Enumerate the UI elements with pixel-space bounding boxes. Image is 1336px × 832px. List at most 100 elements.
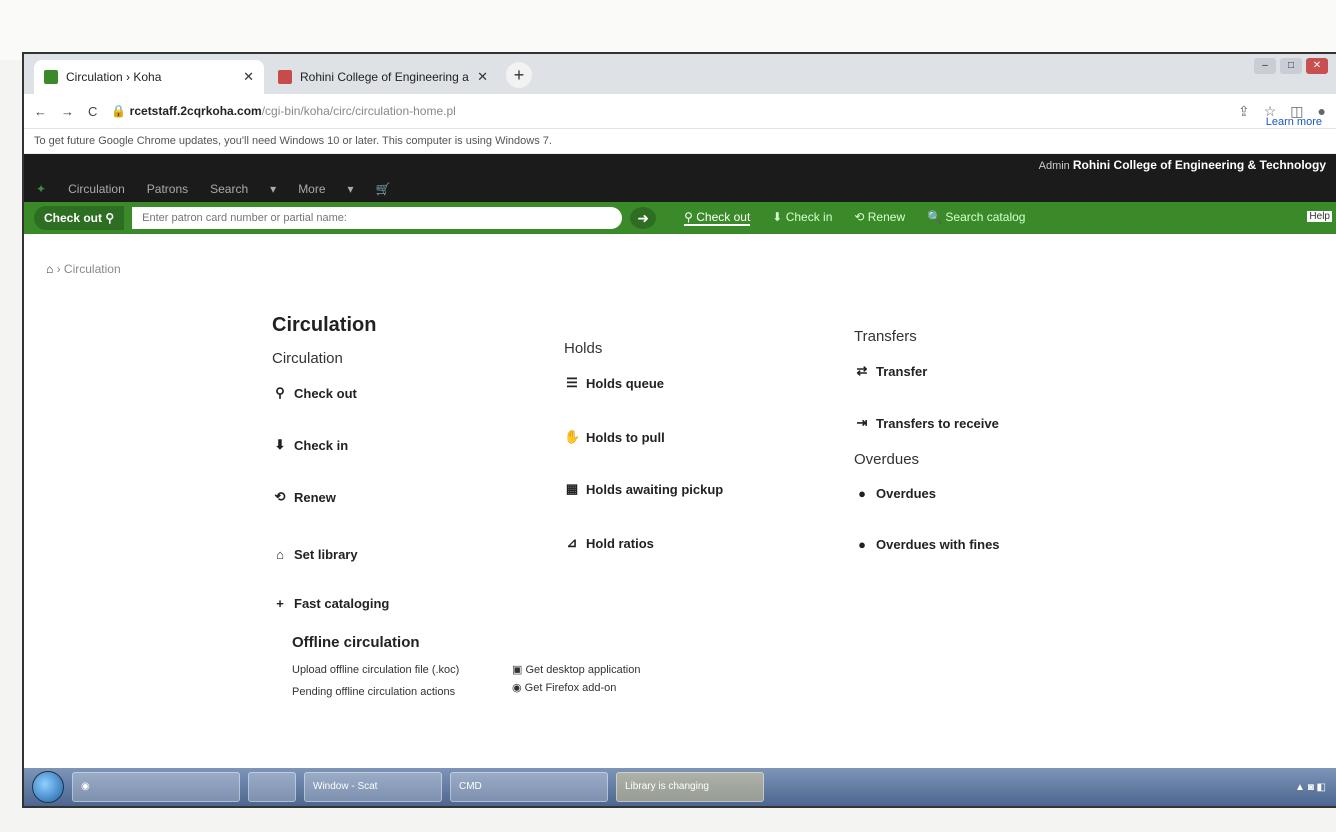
offline-heading: Offline circulation [292,634,420,651]
warning-icon: ● [858,537,866,552]
chart-icon: ⊿ [566,535,578,550]
holds-queue-link[interactable]: ☰ Holds queue [564,375,824,391]
help-link[interactable]: Help [1307,211,1332,222]
transfer-icon: ⇄ [856,363,868,378]
new-tab-button[interactable]: + [506,62,532,88]
maximize-icon[interactable]: □ [1280,58,1302,74]
transfer-link[interactable]: ⇄ Transfer [854,363,1114,379]
chevron-down-icon[interactable]: ▾ [270,182,276,196]
koha-logo-icon[interactable]: ✦ [36,182,46,196]
calendar-icon: ▦ [565,481,579,496]
overdues-link[interactable]: ● Overdues [854,486,1114,501]
taskbar-app[interactable] [248,772,296,802]
tab-rohini-college[interactable]: Rohini College of Engineering a ✕ [268,60,498,94]
quick-link-search-catalog[interactable]: 🔍 Search catalog [927,210,1025,226]
firefox-addon-link[interactable]: ◉ Get Firefox add-on [512,681,640,695]
tab-circulation-koha[interactable]: Circulation › Koha ✕ [34,60,264,94]
lock-icon: 🔒 [111,104,130,118]
reload-icon[interactable]: C [88,104,97,119]
circulation-heading: Circulation [272,350,343,367]
system-tray[interactable]: ▲ ◙ ◧ [1295,782,1326,793]
overdues-heading: Overdues [854,451,920,468]
tab-title: Circulation › Koha [66,70,162,84]
browser-tab-strip: Circulation › Koha ✕ Rohini College of E… [24,54,1336,94]
download-icon: ⬇ [274,437,286,452]
nav-search[interactable]: Search [210,182,248,196]
monitor-screen: Circulation › Koha ✕ Rohini College of E… [22,52,1336,808]
checkout-mode-button[interactable]: Check out ⚲ [34,206,125,230]
circulation-home-content: Circulation Circulation ⚲ Check out ⬇ Chec… [272,314,1172,698]
koha-search-bar: Check out ⚲ ➜ ⚲ Check out ⬇ Check in ⟲ R… [24,202,1336,234]
hold-ratios-link[interactable]: ⊿ Hold ratios [564,535,824,551]
taskbar-library[interactable]: Library is changing [616,772,764,802]
transfers-heading: Transfers [854,328,917,345]
holds-to-pull-link[interactable]: ✋ Holds to pull [564,429,824,445]
address-bar: ← → C 🔒 rcetstaff.2cqrkoha.com/cgi-bin/k… [24,94,1336,129]
paper-background [0,0,1336,60]
transfers-to-receive-link[interactable]: ⇥ Transfers to receive [854,415,1114,431]
nav-circulation[interactable]: Circulation [68,182,125,196]
home-icon[interactable]: ⌂ [46,262,53,276]
quick-link-checkin[interactable]: ⬇ Check in [772,210,832,226]
desktop-app-link[interactable]: ▣ Get desktop application [512,663,640,677]
holds-heading: Holds [564,340,603,357]
fast-cataloging-link[interactable]: + Fast cataloging [272,596,532,611]
learn-more-link[interactable]: Learn more [1266,116,1322,128]
offline-section: Offline circulation Upload offline circu… [292,634,792,699]
close-tab-icon[interactable]: ✕ [243,69,254,85]
set-library-link[interactable]: ⌂ Set library [272,547,532,562]
start-button[interactable] [32,771,64,803]
pending-offline-link[interactable]: Pending offline circulation actions [292,685,472,699]
forward-icon[interactable]: → [61,104,74,119]
share-icon[interactable]: ⇪ [1238,103,1250,120]
koha-favicon-icon [44,70,58,84]
list-icon: ☰ [566,375,578,390]
url-path: /cgi-bin/koha/circ/circulation-home.pl [261,104,456,118]
windows-taskbar: ◉ Window - Scat CMD Library is changing … [24,768,1336,806]
breadcrumb-circulation[interactable]: Circulation [64,262,121,276]
tab-title: Rohini College of Engineering a [300,70,469,84]
holds-awaiting-pickup-link[interactable]: ▦ Holds awaiting pickup [564,481,824,497]
nav-patrons[interactable]: Patrons [147,182,188,196]
quick-link-checkout[interactable]: ⚲ Check out [684,210,751,226]
renew-link[interactable]: ⟲ Renew [272,489,532,505]
quick-link-renew[interactable]: ⟲ Renew [854,210,905,226]
hand-icon: ✋ [564,429,581,444]
window-controls: – □ ✕ [1254,58,1328,74]
user-label[interactable]: Admin [1039,160,1070,172]
checkin-link[interactable]: ⬇ Check in [272,437,532,453]
koha-main-nav: ✦ Circulation Patrons Search ▾ More ▾ 🛒 [24,176,1336,202]
taskbar-cmd[interactable]: CMD [450,772,608,802]
holds-column: Holds ☰ Holds queue ✋ Holds to pull ▦ Holds… [564,340,824,551]
desktop-icon: ▣ [512,664,523,676]
chevron-down-icon[interactable]: ▾ [348,182,354,196]
quick-links: ⚲ Check out ⬇ Check in ⟲ Renew 🔍 Search … [684,210,1025,226]
taskbar-window[interactable]: Window - Scat [304,772,442,802]
update-info-bar: To get future Google Chrome updates, you… [24,129,1336,154]
minimize-icon[interactable]: – [1254,58,1276,74]
warning-icon: ● [858,486,866,501]
close-tab-icon[interactable]: ✕ [477,69,488,85]
library-name[interactable]: Rohini College of Engineering & Technolo… [1073,158,1326,172]
breadcrumb: ⌂ › Circulation [46,262,121,276]
circulation-column: Circulation ⚲ Check out ⬇ Check in ⟲ Renew … [272,350,532,611]
user-icon: ⚲ [275,385,285,400]
submit-arrow-icon[interactable]: ➜ [630,207,657,229]
cart-icon[interactable]: 🛒 [376,182,391,196]
overdues-with-fines-link[interactable]: ● Overdues with fines [854,537,1114,552]
plus-icon: + [276,596,284,611]
transfers-column: Transfers ⇄ Transfer ⇥ Transfers to receiv… [854,328,1114,552]
taskbar-chrome[interactable]: ◉ [72,772,240,802]
firefox-icon: ◉ [512,682,522,694]
back-icon[interactable]: ← [34,104,47,119]
url-field[interactable]: 🔒 rcetstaff.2cqrkoha.com/cgi-bin/koha/ci… [111,104,1224,118]
patron-search-input[interactable] [132,207,623,229]
url-host: rcetstaff.2cqrkoha.com [129,104,262,118]
checkout-link[interactable]: ⚲ Check out [272,385,532,401]
upload-offline-link[interactable]: Upload offline circulation file (.koc) [292,663,472,677]
home-icon: ⌂ [276,547,284,562]
koha-user-bar: Admin Rohini College of Engineering & Te… [24,154,1336,176]
close-window-icon[interactable]: ✕ [1306,58,1328,74]
refresh-icon: ⟲ [274,489,286,504]
nav-more[interactable]: More [298,182,325,196]
